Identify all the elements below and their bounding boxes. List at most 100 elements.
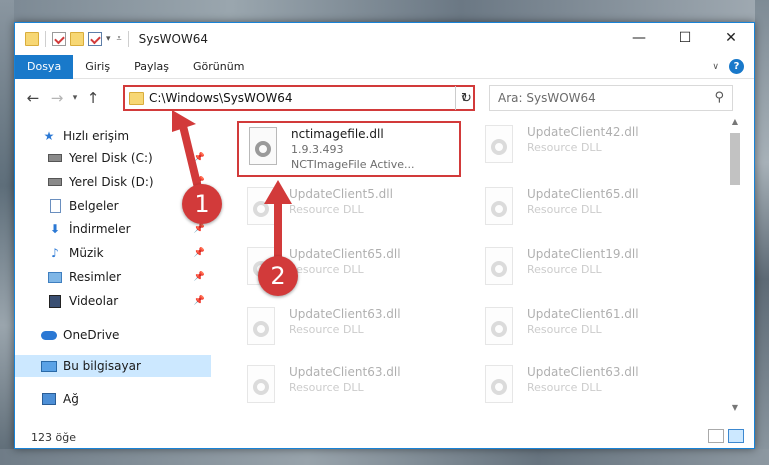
quick-access-toolbar: ▾ ⩡	[15, 31, 131, 47]
tab-share[interactable]: Paylaş	[122, 55, 181, 79]
ribbon-right-controls: ∨ ?	[712, 59, 744, 74]
step-badge-2: 2	[258, 256, 298, 296]
sidebar-item-label: Belgeler	[69, 199, 119, 213]
file-item-nctimagefile[interactable]: nctimagefile.dll 1.9.3.493 NCTImageFile …	[237, 121, 461, 177]
sidebar-item-label: Yerel Disk (D:)	[69, 175, 154, 189]
tab-home[interactable]: Giriş	[73, 55, 122, 79]
file-description: Resource DLL	[289, 263, 364, 276]
recent-locations-icon[interactable]: ▾	[69, 93, 81, 103]
pin-icon[interactable]: 📌	[194, 248, 205, 258]
background-right	[755, 0, 769, 465]
file-version: 1.9.3.493	[291, 143, 344, 156]
new-folder-icon[interactable]	[70, 32, 84, 46]
dll-file-icon	[481, 187, 519, 233]
dll-file-icon	[243, 365, 281, 411]
pin-icon[interactable]: 📌	[194, 153, 205, 163]
close-button[interactable]: ✕	[708, 23, 754, 53]
file-name: UpdateClient42.dll	[527, 125, 639, 139]
up-arrow-icon[interactable]: ↑	[81, 89, 105, 107]
vertical-scrollbar[interactable]: ▲ ▼	[727, 117, 743, 417]
scroll-thumb[interactable]	[730, 133, 740, 185]
help-icon[interactable]: ?	[729, 59, 744, 74]
title-bar: ▾ ⩡ SysWOW64 — ☐ ✕	[15, 23, 754, 55]
background-top	[0, 0, 769, 22]
sidebar-item-music[interactable]: ♪ Müzik 📌	[15, 242, 211, 264]
minimize-button[interactable]: —	[616, 23, 662, 53]
scroll-down-icon[interactable]: ▼	[727, 403, 743, 417]
customize-icon[interactable]	[88, 32, 102, 46]
view-toggle	[708, 429, 744, 443]
dll-file-icon	[243, 187, 281, 233]
separator	[45, 31, 46, 47]
file-name: UpdateClient61.dll	[527, 307, 639, 321]
file-name: nctimagefile.dll	[291, 127, 384, 141]
customize-toolbar-icon[interactable]: ⩡	[117, 34, 122, 44]
pin-icon[interactable]: 📌	[194, 296, 205, 306]
maximize-button[interactable]: ☐	[662, 23, 708, 53]
properties-icon[interactable]	[52, 32, 66, 46]
computer-icon	[41, 359, 57, 373]
explorer-window: ▾ ⩡ SysWOW64 — ☐ ✕ Dosya Giriş Paylaş Gö…	[14, 22, 755, 449]
back-arrow-icon[interactable]: ←	[21, 89, 45, 107]
refresh-icon[interactable]: ↻	[455, 86, 477, 110]
sidebar-item-label: Ağ	[63, 392, 79, 406]
sidebar-item-label: Müzik	[69, 246, 104, 260]
search-input[interactable]: Ara: SysWOW64 ⚲	[489, 85, 733, 111]
file-description: Resource DLL	[527, 263, 602, 276]
background-bottom	[0, 449, 769, 465]
document-icon	[47, 199, 63, 213]
file-description: Resource DLL	[527, 323, 602, 336]
item-count: 123 öğe	[31, 430, 76, 444]
pin-icon[interactable]: 📌	[194, 272, 205, 282]
file-name: UpdateClient5.dll	[289, 187, 393, 201]
tab-view[interactable]: Görünüm	[181, 55, 256, 79]
file-item[interactable]: UpdateClient63.dll Resource DLL	[475, 361, 699, 417]
address-path[interactable]: C:\Windows\SysWOW64	[149, 91, 455, 105]
sidebar-item-disk-c[interactable]: Yerel Disk (C:) 📌	[15, 147, 211, 169]
details-view-icon[interactable]	[708, 429, 724, 443]
file-item[interactable]: UpdateClient63.dll Resource DLL	[237, 303, 461, 359]
dll-file-icon	[245, 127, 283, 173]
file-item[interactable]: UpdateClient19.dll Resource DLL	[475, 243, 699, 299]
status-bar: 123 öğe	[15, 425, 754, 448]
dll-file-icon	[481, 125, 519, 171]
download-icon: ⬇	[49, 222, 61, 236]
file-name: UpdateClient63.dll	[527, 365, 639, 379]
address-bar[interactable]: C:\Windows\SysWOW64 ∨	[123, 85, 475, 111]
tiles-view-icon[interactable]	[728, 429, 744, 443]
video-icon	[47, 294, 63, 308]
tab-file[interactable]: Dosya	[15, 54, 74, 79]
dll-file-icon	[481, 307, 519, 353]
sidebar-item-network[interactable]: Ağ	[15, 388, 211, 410]
search-placeholder: Ara: SysWOW64	[498, 91, 596, 105]
sidebar-item-pictures[interactable]: Resimler 📌	[15, 266, 211, 288]
chevron-down-icon[interactable]: ▾	[106, 34, 111, 44]
file-item[interactable]: UpdateClient65.dll Resource DLL	[475, 183, 699, 239]
sidebar-item-quick-access[interactable]: ★ Hızlı erişim	[15, 125, 211, 147]
sidebar-item-label: OneDrive	[63, 328, 120, 342]
file-name: UpdateClient63.dll	[289, 307, 401, 321]
network-icon	[41, 392, 57, 406]
pin-icon[interactable]: 📌	[194, 224, 205, 234]
expand-ribbon-icon[interactable]: ∨	[712, 62, 719, 72]
forward-arrow-icon[interactable]: →	[45, 89, 69, 107]
star-icon: ★	[43, 129, 55, 143]
sidebar-item-disk-d[interactable]: Yerel Disk (D:) 📌	[15, 171, 211, 193]
file-item[interactable]: UpdateClient5.dll Resource DLL	[237, 183, 461, 239]
search-icon[interactable]: ⚲	[714, 90, 724, 105]
cloud-icon	[41, 328, 57, 342]
ribbon-tabs: Dosya Giriş Paylaş Görünüm ∨ ?	[15, 54, 754, 79]
file-item[interactable]: UpdateClient42.dll Resource DLL	[475, 121, 699, 177]
file-description: Resource DLL	[527, 203, 602, 216]
sidebar-item-downloads[interactable]: ⬇ İndirmeler 📌	[15, 218, 211, 240]
sidebar-item-onedrive[interactable]: OneDrive	[15, 324, 211, 346]
sidebar-item-label: İndirmeler	[69, 222, 131, 236]
sidebar-item-videos[interactable]: Videolar 📌	[15, 290, 211, 312]
scroll-up-icon[interactable]: ▲	[727, 117, 743, 131]
file-item[interactable]: UpdateClient61.dll Resource DLL	[475, 303, 699, 359]
sidebar-item-this-pc[interactable]: Bu bilgisayar	[15, 355, 211, 377]
file-description: Resource DLL	[289, 323, 364, 336]
navigation-pane: ★ Hızlı erişim Yerel Disk (C:) 📌 Yerel D…	[15, 115, 211, 415]
file-item[interactable]: UpdateClient63.dll Resource DLL	[237, 361, 461, 417]
file-description: Resource DLL	[527, 141, 602, 154]
